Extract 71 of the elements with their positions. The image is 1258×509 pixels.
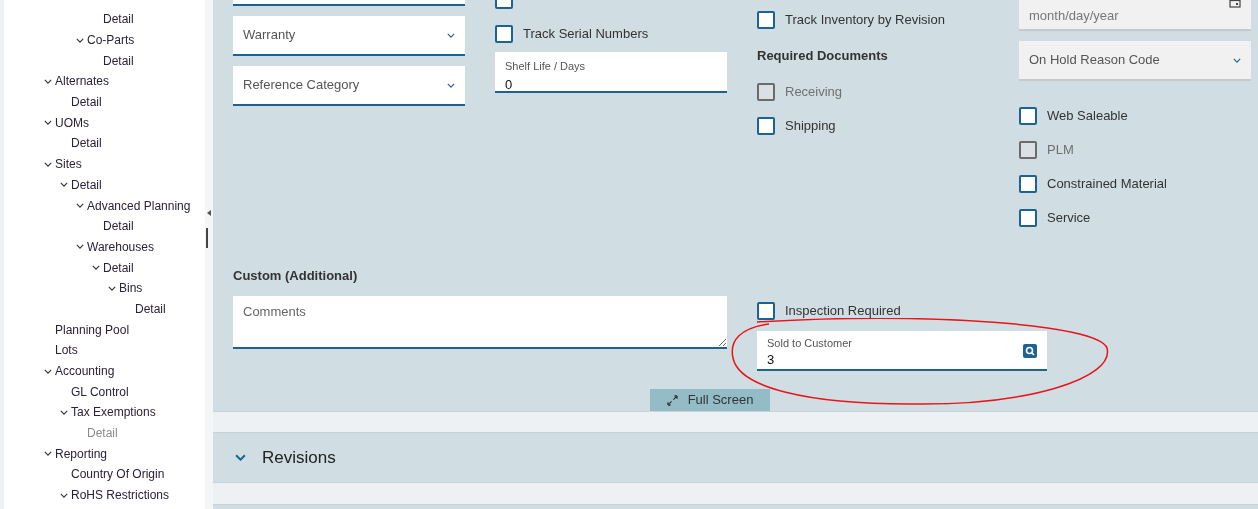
- chevron-icon: [447, 82, 455, 88]
- tree-item[interactable]: Detail: [103, 217, 134, 236]
- tree-item[interactable]: Co-Parts: [87, 31, 135, 50]
- tree-item[interactable]: Detail: [71, 93, 102, 112]
- checkbox[interactable]: [757, 11, 775, 29]
- chevron-icon[interactable]: [76, 244, 84, 250]
- tree-item[interactable]: Warehouses: [87, 237, 154, 256]
- checkbox-label: Web Saleable: [1047, 107, 1128, 126]
- dropdown-field[interactable]: On Hold Reason Code: [1019, 41, 1251, 81]
- chevron-icon[interactable]: [108, 285, 116, 291]
- tree-item[interactable]: Alternates: [55, 72, 110, 91]
- checkbox-label: PLM: [1047, 141, 1074, 160]
- dropdown-field[interactable]: Reference Category: [233, 66, 465, 106]
- chevron-icon[interactable]: [76, 37, 84, 43]
- checkbox-label: Track Inventory by Revision: [785, 11, 945, 30]
- tree-item[interactable]: Detail: [71, 134, 102, 153]
- chevron-icon: [1233, 57, 1241, 63]
- checkbox[interactable]: [1019, 175, 1037, 193]
- tree-item[interactable]: Country Of Origin: [71, 465, 165, 484]
- chevron-icon[interactable]: [44, 161, 52, 167]
- checkbox-label: Shipping: [785, 116, 836, 135]
- chevron-icon: [447, 32, 455, 38]
- tree-item[interactable]: Reporting: [55, 444, 108, 463]
- tree-item[interactable]: Detail: [103, 258, 134, 277]
- comments-field[interactable]: Comments: [233, 295, 727, 349]
- checkbox-label: Constrained Material: [1047, 175, 1167, 194]
- expand-icon: [666, 394, 678, 406]
- tree-item[interactable]: Detail: [103, 10, 134, 29]
- section-heading: Required Documents: [757, 47, 889, 65]
- tree-item[interactable]: Tax Exemptions: [71, 403, 156, 422]
- input-field[interactable]: Shelf Life / Days 0: [495, 52, 727, 93]
- chevron-icon[interactable]: [60, 492, 68, 498]
- tree-item[interactable]: GL Control: [71, 382, 129, 401]
- tree-item[interactable]: Detail: [135, 299, 166, 318]
- checkbox[interactable]: [1019, 107, 1037, 125]
- tree-item[interactable]: Advanced Planning: [87, 196, 191, 215]
- tree-item[interactable]: Accounting: [55, 362, 115, 381]
- section-heading: Custom (Additional): [233, 267, 359, 285]
- date-field[interactable]: month/day/year: [1019, 0, 1251, 31]
- input-field[interactable]: Sold to Customer 3: [757, 330, 1047, 371]
- checkbox-label: Receiving: [785, 82, 843, 101]
- chevron-icon[interactable]: [60, 182, 68, 188]
- checkbox-label: Service: [1047, 209, 1091, 228]
- dropdown-field[interactable]: Warranty: [233, 16, 465, 56]
- tree-item[interactable]: Lots: [55, 341, 78, 360]
- chevron-icon: [235, 454, 246, 461]
- chevron-icon[interactable]: [92, 265, 100, 271]
- checkbox[interactable]: [757, 301, 775, 320]
- tree-item[interactable]: RoHS Restrictions: [71, 486, 170, 505]
- section-header[interactable]: Revisions: [213, 432, 1258, 483]
- chevron-icon[interactable]: [44, 78, 52, 84]
- tree-item[interactable]: Detail: [71, 175, 102, 194]
- tree-item[interactable]: UOMs: [55, 113, 89, 132]
- checkbox-label: Track Serial Numbers: [523, 25, 649, 44]
- chevron-icon[interactable]: [44, 368, 52, 374]
- chevron-icon[interactable]: [44, 120, 52, 126]
- checkbox[interactable]: [1019, 209, 1037, 227]
- tree-item[interactable]: Bins: [119, 279, 143, 298]
- collapse-icon[interactable]: [207, 210, 211, 216]
- chevron-icon[interactable]: [60, 409, 68, 415]
- chevron-icon[interactable]: [76, 203, 84, 209]
- checkbox[interactable]: [495, 25, 513, 43]
- checkbox[interactable]: [757, 116, 775, 135]
- tree-item[interactable]: Planning Pool: [55, 320, 130, 339]
- full-screen-button[interactable]: Full Screen: [650, 389, 770, 411]
- chevron-icon[interactable]: [44, 451, 52, 457]
- tree-item[interactable]: Sites: [55, 155, 82, 174]
- checkbox-label: Inspection Required: [785, 301, 901, 320]
- search-icon[interactable]: [1023, 343, 1037, 358]
- scrollbar-thumb[interactable]: [206, 228, 208, 248]
- tree-item[interactable]: Detail: [103, 51, 134, 70]
